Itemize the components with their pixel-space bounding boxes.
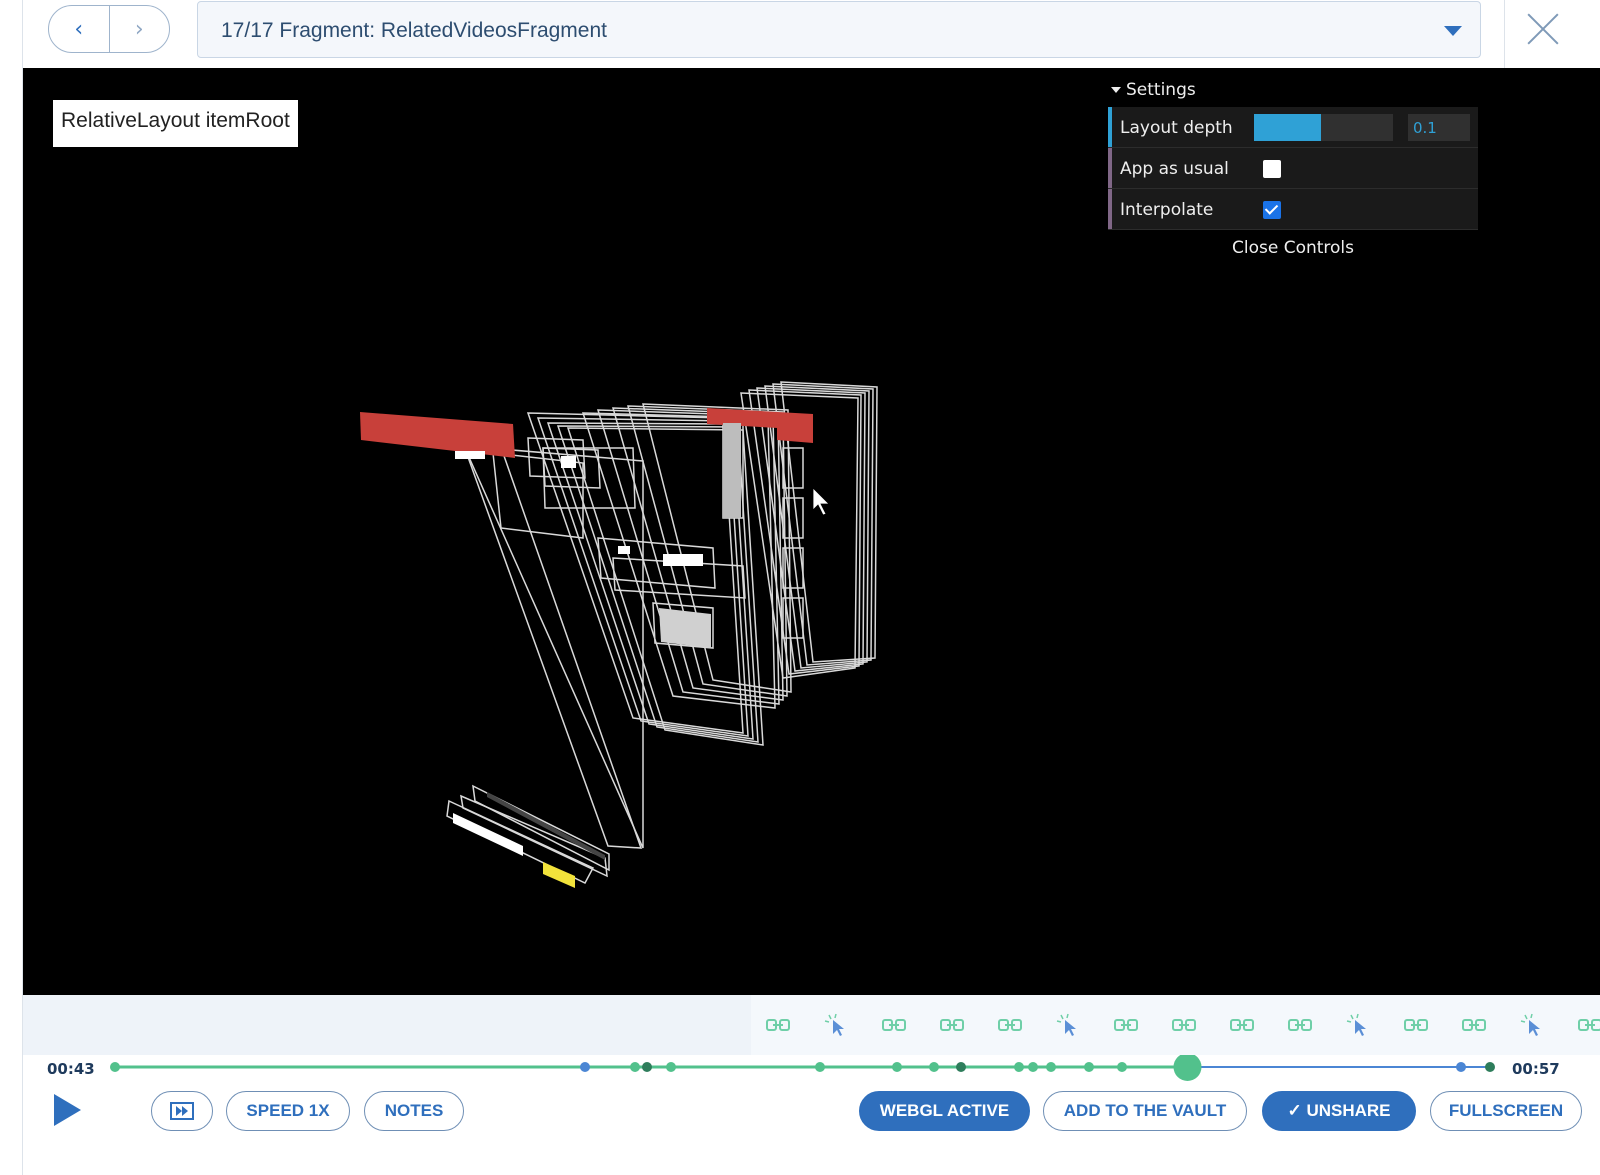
previous-fragment-button[interactable]: ‹ <box>49 6 110 52</box>
layout-depth-input[interactable]: 0.1 <box>1408 114 1470 141</box>
skip-forward-icon <box>170 1102 194 1120</box>
link-icon[interactable] <box>1577 1012 1600 1038</box>
row-accent-bar <box>1108 107 1112 147</box>
close-controls-button[interactable]: Close Controls <box>1108 230 1478 260</box>
layout-depth-slider-fill <box>1254 114 1321 141</box>
fragment-dropdown-label: 17/17 Fragment: RelatedVideosFragment <box>221 19 607 42</box>
settings-header[interactable]: Settings <box>1108 80 1478 107</box>
link-icon[interactable] <box>1113 1012 1139 1038</box>
timeline-event-marker[interactable] <box>956 1062 966 1072</box>
link-icon[interactable] <box>765 1012 791 1038</box>
link-icon[interactable] <box>1171 1012 1197 1038</box>
header-divider <box>1504 0 1505 68</box>
interpolate-checkbox[interactable] <box>1263 201 1281 219</box>
timeline-event-marker[interactable] <box>1014 1062 1024 1072</box>
timeline-event-marker[interactable] <box>929 1062 939 1072</box>
caret-down-icon <box>1111 87 1121 93</box>
link-icon[interactable] <box>1403 1012 1429 1038</box>
link-icon[interactable] <box>881 1012 907 1038</box>
cursor-click-icon[interactable] <box>1055 1012 1081 1038</box>
play-icon[interactable] <box>54 1094 81 1126</box>
event-icons-track[interactable] <box>751 995 1600 1055</box>
close-icon[interactable] <box>1523 8 1563 48</box>
timeline-event-marker[interactable] <box>1117 1062 1127 1072</box>
interpolate-row: Interpolate <box>1108 189 1478 230</box>
layout-depth-row: Layout depth 0.1 <box>1108 107 1478 148</box>
timeline-event-marker[interactable] <box>1485 1062 1495 1072</box>
fullscreen-button[interactable]: FULLSCREEN <box>1430 1091 1582 1131</box>
left-edge-strip <box>0 0 23 1175</box>
timeline-event-marker[interactable] <box>1456 1062 1466 1072</box>
unshare-button[interactable]: ✓ UNSHARE <box>1262 1091 1416 1131</box>
settings-panel: Settings Layout depth 0.1 App as usual I… <box>1108 80 1478 260</box>
app-as-usual-row: App as usual <box>1108 148 1478 189</box>
timeline-track[interactable] <box>23 1055 1600 1085</box>
events-strip <box>23 995 1600 1055</box>
fragment-dropdown[interactable]: 17/17 Fragment: RelatedVideosFragment <box>197 1 1481 58</box>
link-icon[interactable] <box>939 1012 965 1038</box>
link-icon[interactable] <box>1287 1012 1313 1038</box>
timeline-event-marker[interactable] <box>110 1062 120 1072</box>
row-accent-bar <box>1108 189 1112 229</box>
timeline-event-marker[interactable] <box>580 1062 590 1072</box>
timeline-event-marker[interactable] <box>666 1062 676 1072</box>
timeline-event-marker[interactable] <box>1046 1062 1056 1072</box>
timeline-event-marker[interactable] <box>892 1062 902 1072</box>
cursor-click-icon[interactable] <box>1519 1012 1545 1038</box>
speed-button[interactable]: SPEED 1X <box>226 1091 350 1131</box>
app-as-usual-checkbox[interactable] <box>1263 160 1281 178</box>
hovered-view-tooltip: RelativeLayout itemRoot <box>53 100 298 147</box>
layout-depth-label: Layout depth <box>1120 118 1233 138</box>
webgl-active-button[interactable]: WEBGL ACTIVE <box>859 1091 1030 1131</box>
top-bar: ‹ › 17/17 Fragment: RelatedVideosFragmen… <box>23 0 1600 68</box>
notes-button[interactable]: NOTES <box>364 1091 464 1131</box>
layout-depth-slider[interactable] <box>1254 114 1393 141</box>
timeline-event-marker[interactable] <box>815 1062 825 1072</box>
interpolate-label: Interpolate <box>1120 200 1214 220</box>
app-as-usual-label: App as usual <box>1120 159 1229 179</box>
row-accent-bar <box>1108 148 1112 188</box>
timeline-event-marker[interactable] <box>1028 1062 1038 1072</box>
link-icon[interactable] <box>1229 1012 1255 1038</box>
timeline-event-marker[interactable] <box>630 1062 640 1072</box>
link-icon[interactable] <box>997 1012 1023 1038</box>
timeline-event-marker[interactable] <box>642 1062 652 1072</box>
cursor-click-icon[interactable] <box>823 1012 849 1038</box>
cursor-click-icon[interactable] <box>1345 1012 1371 1038</box>
skip-inactivity-button[interactable] <box>151 1091 213 1131</box>
link-icon[interactable] <box>1461 1012 1487 1038</box>
timeline-playhead[interactable] <box>1173 1055 1202 1081</box>
fragment-nav-group: ‹ › <box>48 5 170 53</box>
next-fragment-button[interactable]: › <box>110 6 170 52</box>
add-to-vault-button[interactable]: ADD TO THE VAULT <box>1043 1091 1247 1131</box>
settings-title: Settings <box>1126 80 1196 100</box>
timeline-event-marker[interactable] <box>1084 1062 1094 1072</box>
mouse-cursor-icon <box>812 487 830 516</box>
chevron-down-icon <box>1444 26 1462 36</box>
